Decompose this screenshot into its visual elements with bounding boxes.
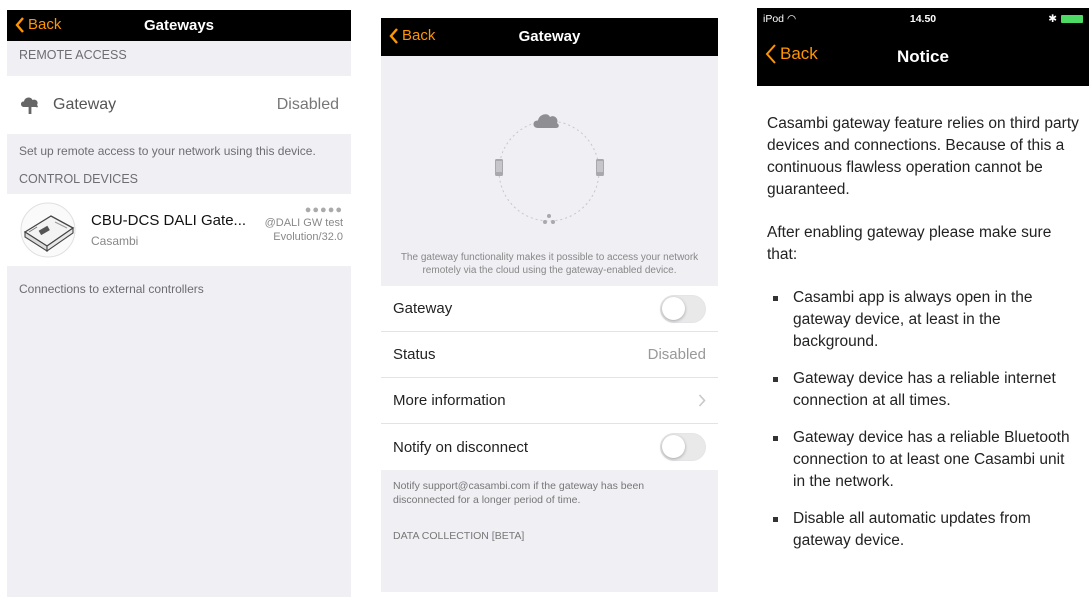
toggle-knob [662,435,685,458]
toggle-knob [662,296,685,320]
status-bar: iPod ◠ 14.50 ✱ [763,13,1083,25]
device-network: @DALI GW test [264,217,343,230]
back-button[interactable]: Back [389,27,435,44]
gateway-description: The gateway functionality makes it possi… [400,252,699,276]
notify-toggle-row: Notify on disconnect [381,424,718,470]
device-firmware: Evolution/32.0 [273,231,343,244]
data-collection-header: DATA COLLECTION [BETA] [393,530,525,543]
notice-bullet-item: Casambi app is always open in the gatewa… [767,287,1079,353]
chevron-right-icon [698,394,706,407]
cloud-upload-icon [21,97,38,114]
gateway-row[interactable]: Gateway Disabled [7,76,351,134]
remote-access-footer: Set up remote access to your network usi… [19,144,316,158]
notice-paragraph-1: Casambi gateway feature relies on third … [767,115,1079,198]
notice-screen: iPod ◠ 14.50 ✱ Back Notice Casambi gatew… [757,8,1089,597]
remote-access-header: REMOTE ACCESS [19,48,127,62]
notice-bullet-list: Casambi app is always open in the gatewa… [767,287,1079,552]
status-row: Status Disabled [381,332,718,378]
status-value: Disabled [647,346,706,363]
signal-strength-indicator: ●●●●● [304,203,343,216]
status-label: Status [393,346,436,363]
gateway-label: Gateway [53,96,117,113]
gateway-toggle-row: Gateway [381,286,718,332]
notice-bullet-item: Disable all automatic updates from gatew… [767,508,1079,552]
notify-footer: Notify support@casambi.com if the gatewa… [393,480,645,507]
notice-paragraph-2: After enabling gateway please make sure … [767,224,1052,263]
navigation-bar: Back Gateways [7,10,351,41]
back-label: Back [780,44,818,63]
network-nodes-icon [543,214,555,224]
chevron-left-icon [15,16,24,33]
notice-bullet-item: Gateway device has a reliable internet c… [767,368,1079,412]
control-devices-footer: Connections to external controllers [19,281,204,296]
more-information-row[interactable]: More information [381,378,718,424]
back-label: Back [28,16,62,33]
device-row[interactable]: CBU-DCS DALI Gate... Casambi ●●●●● @DALI… [7,193,351,266]
device-image [20,202,76,258]
chevron-left-icon [765,44,776,64]
more-information-label: More information [393,392,506,409]
back-button[interactable]: Back [15,16,61,33]
navigation-bar: iPod ◠ 14.50 ✱ Back Notice [757,8,1089,86]
cloud-icon [533,114,559,128]
gateway-settings-list: Gateway Status Disabled More information… [381,286,718,470]
device-info: ●●●●● @DALI GW test Evolution/32.0 [263,204,343,245]
control-devices-header: CONTROL DEVICES [19,171,139,186]
notify-label: Notify on disconnect [393,438,529,456]
notice-bullet-item: Gateway device has a reliable Bluetooth … [767,427,1079,493]
navigation-bar: Back Gateway [381,18,718,56]
status-time: 14.50 [909,13,937,25]
gateway-toggle[interactable] [660,294,706,323]
back-label: Back [402,27,436,44]
notice-body: Casambi gateway feature relies on third … [757,86,1089,552]
notify-toggle[interactable] [660,433,706,461]
gateway-label: Gateway [393,300,453,317]
data-collection-cell [381,592,718,597]
back-button[interactable]: Back [765,44,818,64]
gateway-status-value: Disabled [276,96,339,113]
cloud-network-illustration [495,114,604,224]
gateway-screen: Back Gateway The gateway functionality m… [381,18,718,597]
gateways-screen: Back Gateways REMOTE ACCESS Gateway Disa… [7,10,351,597]
gateway-diagram [381,56,718,251]
chevron-left-icon [389,27,398,44]
